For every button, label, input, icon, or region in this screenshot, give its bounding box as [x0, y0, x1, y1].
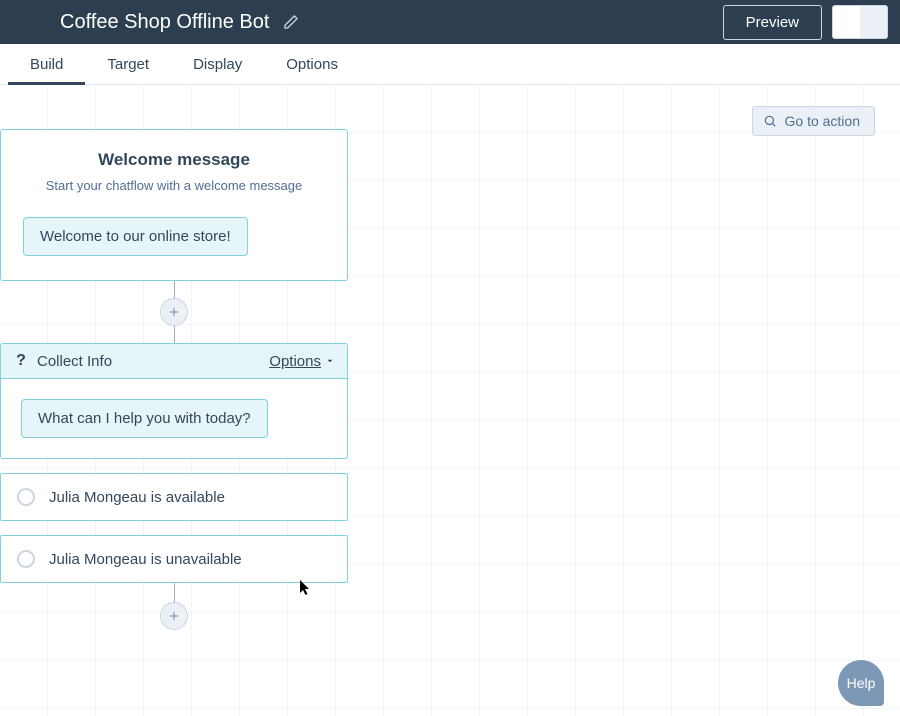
help-label: Help	[847, 675, 876, 691]
tab-options[interactable]: Options	[264, 44, 360, 84]
add-action-button[interactable]	[160, 298, 188, 326]
preview-button[interactable]: Preview	[723, 5, 822, 40]
flow-column: Welcome message Start your chatflow with…	[0, 129, 348, 629]
branch-label: Julia Mongeau is unavailable	[49, 551, 242, 568]
collect-options-label: Options	[269, 353, 321, 370]
go-to-action-button[interactable]: Go to action	[752, 106, 876, 136]
tab-target[interactable]: Target	[85, 44, 171, 84]
tab-display[interactable]: Display	[171, 44, 264, 84]
welcome-message-chip[interactable]: Welcome to our online store!	[23, 217, 248, 256]
collect-options-dropdown[interactable]: Options	[269, 353, 335, 370]
radio-icon	[17, 488, 35, 506]
search-icon	[763, 114, 777, 128]
pencil-icon[interactable]	[283, 14, 299, 30]
add-action-button[interactable]	[160, 602, 188, 630]
plus-icon	[167, 305, 181, 319]
builder-canvas[interactable]: Go to action Welcome message Start your …	[0, 85, 900, 716]
collect-info-header: ? Collect Info Options	[1, 344, 347, 379]
connector-line	[174, 325, 175, 343]
tabs-bar: Build Target Display Options	[0, 44, 900, 85]
publish-toggle[interactable]	[832, 5, 888, 39]
welcome-message-card[interactable]: Welcome message Start your chatflow with…	[0, 129, 348, 281]
collect-info-card[interactable]: ? Collect Info Options What can I help y…	[0, 343, 348, 459]
connector-line	[174, 281, 175, 299]
collect-prompt-chip[interactable]: What can I help you with today?	[21, 399, 268, 438]
go-to-action-label: Go to action	[785, 113, 861, 129]
tab-build[interactable]: Build	[8, 44, 85, 84]
radio-icon	[17, 550, 35, 568]
help-button[interactable]: Help	[838, 660, 884, 706]
app-header: Coffee Shop Offline Bot Preview	[0, 0, 900, 44]
collect-info-title: Collect Info	[37, 353, 269, 370]
plus-icon	[167, 609, 181, 623]
chatflow-title[interactable]: Coffee Shop Offline Bot	[60, 11, 269, 34]
connector-line	[174, 583, 175, 603]
welcome-title: Welcome message	[23, 150, 325, 170]
branch-label: Julia Mongeau is available	[49, 489, 225, 506]
chevron-down-icon	[325, 356, 335, 366]
welcome-subtitle: Start your chatflow with a welcome messa…	[23, 178, 325, 193]
question-icon: ?	[13, 352, 29, 370]
branch-option-unavailable[interactable]: Julia Mongeau is unavailable	[0, 535, 348, 583]
branch-option-available[interactable]: Julia Mongeau is available	[0, 473, 348, 521]
collect-info-body: What can I help you with today?	[1, 379, 347, 458]
